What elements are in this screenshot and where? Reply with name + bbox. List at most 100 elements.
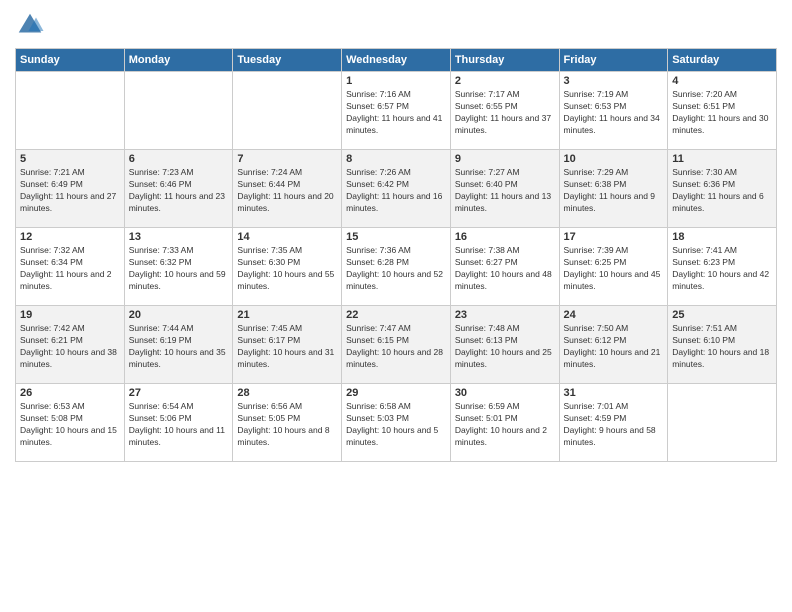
calendar-day-3: 3 Sunrise: 7:19 AM Sunset: 6:53 PM Daylig… (559, 72, 668, 150)
calendar-day-26: 26 Sunrise: 6:53 AM Sunset: 5:08 PM Dayli… (16, 384, 125, 462)
weekday-header-thursday: Thursday (450, 49, 559, 72)
day-info: Sunrise: 7:33 AM Sunset: 6:32 PM Dayligh… (129, 245, 229, 293)
day-info: Sunrise: 7:21 AM Sunset: 6:49 PM Dayligh… (20, 167, 120, 215)
day-info: Sunrise: 7:19 AM Sunset: 6:53 PM Dayligh… (564, 89, 664, 137)
calendar-table: SundayMondayTuesdayWednesdayThursdayFrid… (15, 48, 777, 462)
weekday-header-sunday: Sunday (16, 49, 125, 72)
calendar-week-2: 5 Sunrise: 7:21 AM Sunset: 6:49 PM Daylig… (16, 150, 777, 228)
calendar-day-18: 18 Sunrise: 7:41 AM Sunset: 6:23 PM Dayli… (668, 228, 777, 306)
calendar-day-10: 10 Sunrise: 7:29 AM Sunset: 6:38 PM Dayli… (559, 150, 668, 228)
day-info: Sunrise: 7:47 AM Sunset: 6:15 PM Dayligh… (346, 323, 446, 371)
calendar-day-16: 16 Sunrise: 7:38 AM Sunset: 6:27 PM Dayli… (450, 228, 559, 306)
weekday-header-saturday: Saturday (668, 49, 777, 72)
day-info: Sunrise: 7:39 AM Sunset: 6:25 PM Dayligh… (564, 245, 664, 293)
calendar-day-15: 15 Sunrise: 7:36 AM Sunset: 6:28 PM Dayli… (342, 228, 451, 306)
empty-cell (124, 72, 233, 150)
calendar-day-25: 25 Sunrise: 7:51 AM Sunset: 6:10 PM Dayli… (668, 306, 777, 384)
calendar-day-5: 5 Sunrise: 7:21 AM Sunset: 6:49 PM Daylig… (16, 150, 125, 228)
day-number: 21 (237, 309, 337, 321)
weekday-header-wednesday: Wednesday (342, 49, 451, 72)
day-number: 23 (455, 309, 555, 321)
day-number: 20 (129, 309, 229, 321)
day-number: 1 (346, 75, 446, 87)
calendar-day-20: 20 Sunrise: 7:44 AM Sunset: 6:19 PM Dayli… (124, 306, 233, 384)
calendar-day-4: 4 Sunrise: 7:20 AM Sunset: 6:51 PM Daylig… (668, 72, 777, 150)
calendar-day-8: 8 Sunrise: 7:26 AM Sunset: 6:42 PM Daylig… (342, 150, 451, 228)
day-info: Sunrise: 7:44 AM Sunset: 6:19 PM Dayligh… (129, 323, 229, 371)
day-number: 25 (672, 309, 772, 321)
calendar-day-12: 12 Sunrise: 7:32 AM Sunset: 6:34 PM Dayli… (16, 228, 125, 306)
day-number: 7 (237, 153, 337, 165)
day-number: 14 (237, 231, 337, 243)
calendar-day-22: 22 Sunrise: 7:47 AM Sunset: 6:15 PM Dayli… (342, 306, 451, 384)
day-number: 2 (455, 75, 555, 87)
empty-cell (233, 72, 342, 150)
day-number: 26 (20, 387, 120, 399)
day-number: 18 (672, 231, 772, 243)
day-info: Sunrise: 6:59 AM Sunset: 5:01 PM Dayligh… (455, 401, 555, 449)
day-number: 24 (564, 309, 664, 321)
day-info: Sunrise: 7:35 AM Sunset: 6:30 PM Dayligh… (237, 245, 337, 293)
day-info: Sunrise: 7:23 AM Sunset: 6:46 PM Dayligh… (129, 167, 229, 215)
day-info: Sunrise: 7:30 AM Sunset: 6:36 PM Dayligh… (672, 167, 772, 215)
day-info: Sunrise: 7:16 AM Sunset: 6:57 PM Dayligh… (346, 89, 446, 137)
calendar-day-17: 17 Sunrise: 7:39 AM Sunset: 6:25 PM Dayli… (559, 228, 668, 306)
day-info: Sunrise: 7:48 AM Sunset: 6:13 PM Dayligh… (455, 323, 555, 371)
day-number: 22 (346, 309, 446, 321)
day-number: 3 (564, 75, 664, 87)
calendar-week-3: 12 Sunrise: 7:32 AM Sunset: 6:34 PM Dayli… (16, 228, 777, 306)
calendar-day-2: 2 Sunrise: 7:17 AM Sunset: 6:55 PM Daylig… (450, 72, 559, 150)
day-info: Sunrise: 7:38 AM Sunset: 6:27 PM Dayligh… (455, 245, 555, 293)
day-info: Sunrise: 7:17 AM Sunset: 6:55 PM Dayligh… (455, 89, 555, 137)
day-number: 10 (564, 153, 664, 165)
weekday-header-monday: Monday (124, 49, 233, 72)
empty-cell (16, 72, 125, 150)
day-number: 5 (20, 153, 120, 165)
empty-cell (668, 384, 777, 462)
day-number: 30 (455, 387, 555, 399)
calendar-day-24: 24 Sunrise: 7:50 AM Sunset: 6:12 PM Dayli… (559, 306, 668, 384)
logo (15, 10, 49, 40)
day-info: Sunrise: 7:26 AM Sunset: 6:42 PM Dayligh… (346, 167, 446, 215)
calendar-week-1: 1 Sunrise: 7:16 AM Sunset: 6:57 PM Daylig… (16, 72, 777, 150)
day-number: 29 (346, 387, 446, 399)
day-number: 4 (672, 75, 772, 87)
weekday-header-row: SundayMondayTuesdayWednesdayThursdayFrid… (16, 49, 777, 72)
logo-icon (15, 10, 45, 40)
day-number: 15 (346, 231, 446, 243)
day-info: Sunrise: 7:41 AM Sunset: 6:23 PM Dayligh… (672, 245, 772, 293)
day-info: Sunrise: 7:45 AM Sunset: 6:17 PM Dayligh… (237, 323, 337, 371)
day-number: 17 (564, 231, 664, 243)
calendar-day-23: 23 Sunrise: 7:48 AM Sunset: 6:13 PM Dayli… (450, 306, 559, 384)
day-number: 8 (346, 153, 446, 165)
day-number: 13 (129, 231, 229, 243)
day-number: 9 (455, 153, 555, 165)
calendar-week-5: 26 Sunrise: 6:53 AM Sunset: 5:08 PM Dayli… (16, 384, 777, 462)
calendar-day-6: 6Sunrise: 7:23 AM Sunset: 6:46 PM Daylig… (124, 150, 233, 228)
day-info: Sunrise: 6:54 AM Sunset: 5:06 PM Dayligh… (129, 401, 229, 449)
calendar-day-11: 11Sunrise: 7:30 AM Sunset: 6:36 PM Dayli… (668, 150, 777, 228)
calendar-day-29: 29 Sunrise: 6:58 AM Sunset: 5:03 PM Dayli… (342, 384, 451, 462)
day-info: Sunrise: 7:29 AM Sunset: 6:38 PM Dayligh… (564, 167, 664, 215)
day-info: Sunrise: 7:20 AM Sunset: 6:51 PM Dayligh… (672, 89, 772, 137)
day-info: Sunrise: 7:01 AM Sunset: 4:59 PM Dayligh… (564, 401, 664, 449)
calendar-day-21: 21 Sunrise: 7:45 AM Sunset: 6:17 PM Dayli… (233, 306, 342, 384)
day-info: Sunrise: 6:56 AM Sunset: 5:05 PM Dayligh… (237, 401, 337, 449)
day-info: Sunrise: 7:42 AM Sunset: 6:21 PM Dayligh… (20, 323, 120, 371)
page-header (15, 10, 777, 40)
day-info: Sunrise: 7:27 AM Sunset: 6:40 PM Dayligh… (455, 167, 555, 215)
day-info: Sunrise: 7:50 AM Sunset: 6:12 PM Dayligh… (564, 323, 664, 371)
day-number: 31 (564, 387, 664, 399)
day-info: Sunrise: 6:53 AM Sunset: 5:08 PM Dayligh… (20, 401, 120, 449)
calendar-day-13: 13 Sunrise: 7:33 AM Sunset: 6:32 PM Dayli… (124, 228, 233, 306)
day-info: Sunrise: 7:51 AM Sunset: 6:10 PM Dayligh… (672, 323, 772, 371)
day-number: 16 (455, 231, 555, 243)
day-info: Sunrise: 7:36 AM Sunset: 6:28 PM Dayligh… (346, 245, 446, 293)
weekday-header-tuesday: Tuesday (233, 49, 342, 72)
calendar-day-30: 30 Sunrise: 6:59 AM Sunset: 5:01 PM Dayli… (450, 384, 559, 462)
calendar-day-9: 9 Sunrise: 7:27 AM Sunset: 6:40 PM Daylig… (450, 150, 559, 228)
day-number: 12 (20, 231, 120, 243)
day-info: Sunrise: 6:58 AM Sunset: 5:03 PM Dayligh… (346, 401, 446, 449)
calendar-day-19: 19Sunrise: 7:42 AM Sunset: 6:21 PM Dayli… (16, 306, 125, 384)
day-info: Sunrise: 7:32 AM Sunset: 6:34 PM Dayligh… (20, 245, 120, 293)
